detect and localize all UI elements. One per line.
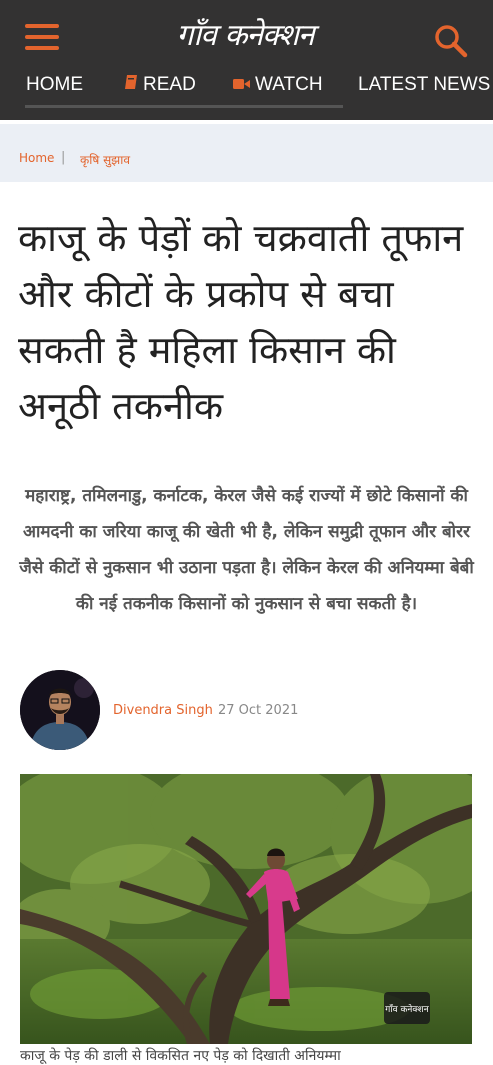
site-logo[interactable]: गाँव कनेक्शन [150, 14, 340, 58]
author-name[interactable]: Divendra Singh [113, 703, 213, 718]
breadcrumb-separator: | [61, 150, 66, 165]
publish-date: 27 Oct 2021 [218, 703, 299, 718]
article-summary: महाराष्ट्र, तमिलनाडु, कर्नाटक, केरल जैसे… [19, 486, 474, 614]
nav-divider [25, 105, 343, 108]
breadcrumb-home[interactable]: Home [19, 151, 54, 165]
nav-read-label: READ [143, 74, 196, 96]
breadcrumb-category[interactable]: कृषि सुझाव [80, 151, 130, 168]
search-icon[interactable] [432, 22, 470, 60]
video-camera-icon [233, 72, 250, 98]
nav-read[interactable]: READ [124, 72, 196, 98]
nav-latest-news-label: LATEST NEWS [358, 74, 491, 95]
hamburger-icon[interactable] [25, 24, 59, 50]
nav-home-label: HOME [26, 74, 83, 95]
image-watermark: गाँव कनेक्शन [385, 1003, 430, 1015]
nav-watch-label: WATCH [255, 74, 323, 96]
image-caption: काजू के पेड़ की डाली से विकसित नए पेड़ क… [20, 1048, 341, 1064]
article-hero-image: गाँव कनेक्शन [20, 774, 472, 1044]
author-avatar[interactable] [20, 670, 100, 750]
nav-home[interactable]: HOME [26, 72, 83, 98]
site-header: गाँव कनेक्शन HOME READ WATCH LATEST NEWS [0, 0, 493, 120]
article-title: काजू के पेड़ों को चक्रवाती तूफान और कीटो… [18, 216, 464, 428]
book-icon [124, 72, 138, 98]
nav-latest-news[interactable]: LATEST NEWS [358, 72, 490, 98]
main-nav: HOME READ WATCH LATEST NEWS [0, 72, 493, 102]
nav-watch[interactable]: WATCH [233, 72, 323, 98]
breadcrumb: Home | कृषि सुझाव [0, 124, 493, 182]
